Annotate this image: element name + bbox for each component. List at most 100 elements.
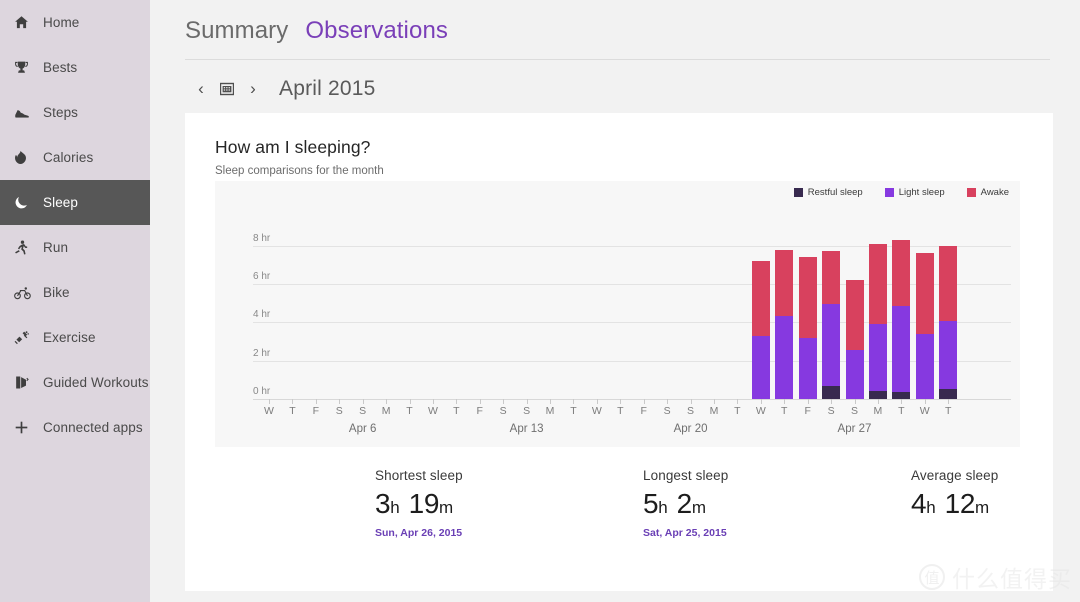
x-axis-week-label: Apr 6 — [348, 423, 377, 435]
x-axis-tick — [901, 399, 903, 404]
x-axis-day-label: T — [289, 405, 296, 417]
stat-value: 3h 19m — [375, 488, 463, 520]
sidebar-item-exercise[interactable]: Exercise — [0, 315, 150, 360]
bicycle-icon — [14, 286, 38, 300]
x-axis-tick — [643, 399, 645, 404]
x-axis-day-label: M — [709, 405, 719, 417]
bar-segment-awake — [939, 245, 958, 321]
x-axis-tick — [784, 399, 786, 404]
x-axis-day-label: S — [687, 405, 695, 417]
sidebar-item-sleep[interactable]: Sleep — [0, 180, 150, 225]
bar-segment-awake — [915, 253, 934, 334]
x-axis-day-label: S — [827, 405, 835, 417]
sidebar-item-calories[interactable]: Calories — [0, 135, 150, 180]
chart-bar[interactable] — [939, 245, 958, 399]
bar-segment-awake — [892, 240, 911, 306]
sidebar-item-label: Connected apps — [43, 420, 143, 435]
x-axis-week-label: Apr 27 — [837, 423, 872, 435]
sidebar-item-guided-workouts[interactable]: Guided Workouts — [0, 360, 150, 405]
x-axis-tick — [924, 399, 926, 404]
chart-bar[interactable] — [915, 253, 934, 399]
stat-h_unit: h — [658, 498, 668, 517]
bar-segment-light-sleep — [845, 349, 864, 399]
sidebar-item-label: Sleep — [43, 195, 79, 210]
sidebar-item-bike[interactable]: Bike — [0, 270, 150, 315]
bar-segment-light-sleep — [775, 315, 794, 399]
sidebar: Home Bests Steps Calories Sleep Run Bike Exerci… — [0, 0, 150, 602]
x-axis-day-label: T — [781, 405, 788, 417]
month-label: April 2015 — [279, 77, 376, 100]
sidebar-item-connected-apps[interactable]: Connected apps — [0, 405, 150, 450]
chart-bar[interactable] — [822, 250, 841, 399]
x-axis-tick — [432, 399, 434, 404]
x-axis-tick — [339, 399, 341, 404]
sidebar-item-label: Home — [43, 15, 80, 30]
sleep-bar-chart: Restful sleep Light sleep Awake 0 hr 2 hr 4 … — [215, 181, 1020, 447]
chart-bar[interactable] — [892, 240, 911, 399]
app-window: Home Bests Steps Calories Sleep Run Bike Exerci… — [0, 0, 1080, 602]
plus-icon — [14, 420, 38, 435]
stats-row: Shortest sleep 3h 19m Sun, Apr 26, 2015 Long… — [185, 468, 1053, 578]
bar-segment-restful-sleep — [892, 392, 911, 399]
home-icon — [14, 15, 38, 30]
sidebar-item-steps[interactable]: Steps — [0, 90, 150, 135]
prev-month-button[interactable]: ‹ — [188, 76, 214, 102]
x-axis-day-label: T — [898, 405, 905, 417]
tab-summary[interactable]: Summary — [185, 17, 288, 45]
stat-shortest-sleep: Shortest sleep 3h 19m Sun, Apr 26, 2015 — [375, 468, 463, 539]
chart-bar[interactable] — [845, 280, 864, 399]
x-axis-tick — [409, 399, 411, 404]
x-axis-day-label: W — [264, 405, 274, 417]
sidebar-item-bests[interactable]: Bests — [0, 45, 150, 90]
x-axis-day-label: T — [570, 405, 577, 417]
bar-segment-light-sleep — [939, 320, 958, 390]
bar-segment-light-sleep — [868, 323, 887, 391]
x-axis-day-label: F — [476, 405, 483, 417]
stat-m_unit: m — [439, 498, 454, 517]
x-axis-day-label: M — [873, 405, 883, 417]
bar-segment-awake — [868, 243, 887, 324]
x-axis-tick — [573, 399, 575, 404]
x-axis-day-label: F — [640, 405, 647, 417]
stat-title: Longest sleep — [643, 468, 729, 483]
stat-minutes: 2 — [676, 488, 693, 519]
bar-segment-awake — [845, 280, 864, 350]
tab-observations[interactable]: Observations — [305, 17, 448, 45]
x-axis-day-label: W — [919, 405, 930, 417]
x-axis-tick — [550, 399, 552, 404]
sidebar-item-home[interactable]: Home — [0, 0, 150, 45]
x-axis-tick — [690, 399, 692, 404]
x-axis-week-label: Apr 13 — [509, 423, 544, 435]
sidebar-item-label: Steps — [43, 105, 79, 120]
x-axis-tick — [854, 399, 856, 404]
x-axis-day-label: W — [591, 405, 602, 417]
x-axis-tick — [386, 399, 388, 404]
calendar-icon[interactable] — [214, 76, 240, 102]
chart-bar[interactable] — [868, 243, 887, 399]
x-axis-day-label: S — [359, 405, 367, 417]
x-axis-week-label: Apr 20 — [673, 423, 708, 435]
chart-bar[interactable] — [751, 260, 770, 399]
x-axis-day-label: W — [427, 405, 438, 417]
x-axis-day-label: S — [523, 405, 531, 417]
sidebar-item-run[interactable]: Run — [0, 225, 150, 270]
x-axis-day-label: S — [335, 405, 343, 417]
x-axis-day-label: S — [850, 405, 859, 417]
sleep-card: How am I sleeping? Sleep comparisons for… — [185, 113, 1053, 591]
bar-segment-awake — [822, 250, 841, 304]
trophy-icon — [14, 60, 38, 75]
next-month-button[interactable]: › — [240, 76, 266, 102]
chart-bar[interactable] — [775, 249, 794, 399]
sidebar-item-label: Bike — [43, 285, 70, 300]
tab-bar: Summary Observations — [150, 0, 1080, 45]
sidebar-item-label: Guided Workouts — [43, 375, 149, 390]
x-axis-tick — [667, 399, 669, 404]
stat-hours: 5 — [643, 488, 659, 519]
y-axis-tick-label: 0 hr — [253, 386, 271, 397]
x-axis-tick — [737, 399, 739, 404]
stat-m_unit: m — [691, 498, 707, 517]
x-axis-day-label: W — [755, 405, 766, 417]
chart-bar[interactable] — [798, 257, 817, 399]
guided-workout-icon — [14, 375, 38, 390]
x-axis-tick — [831, 399, 833, 404]
